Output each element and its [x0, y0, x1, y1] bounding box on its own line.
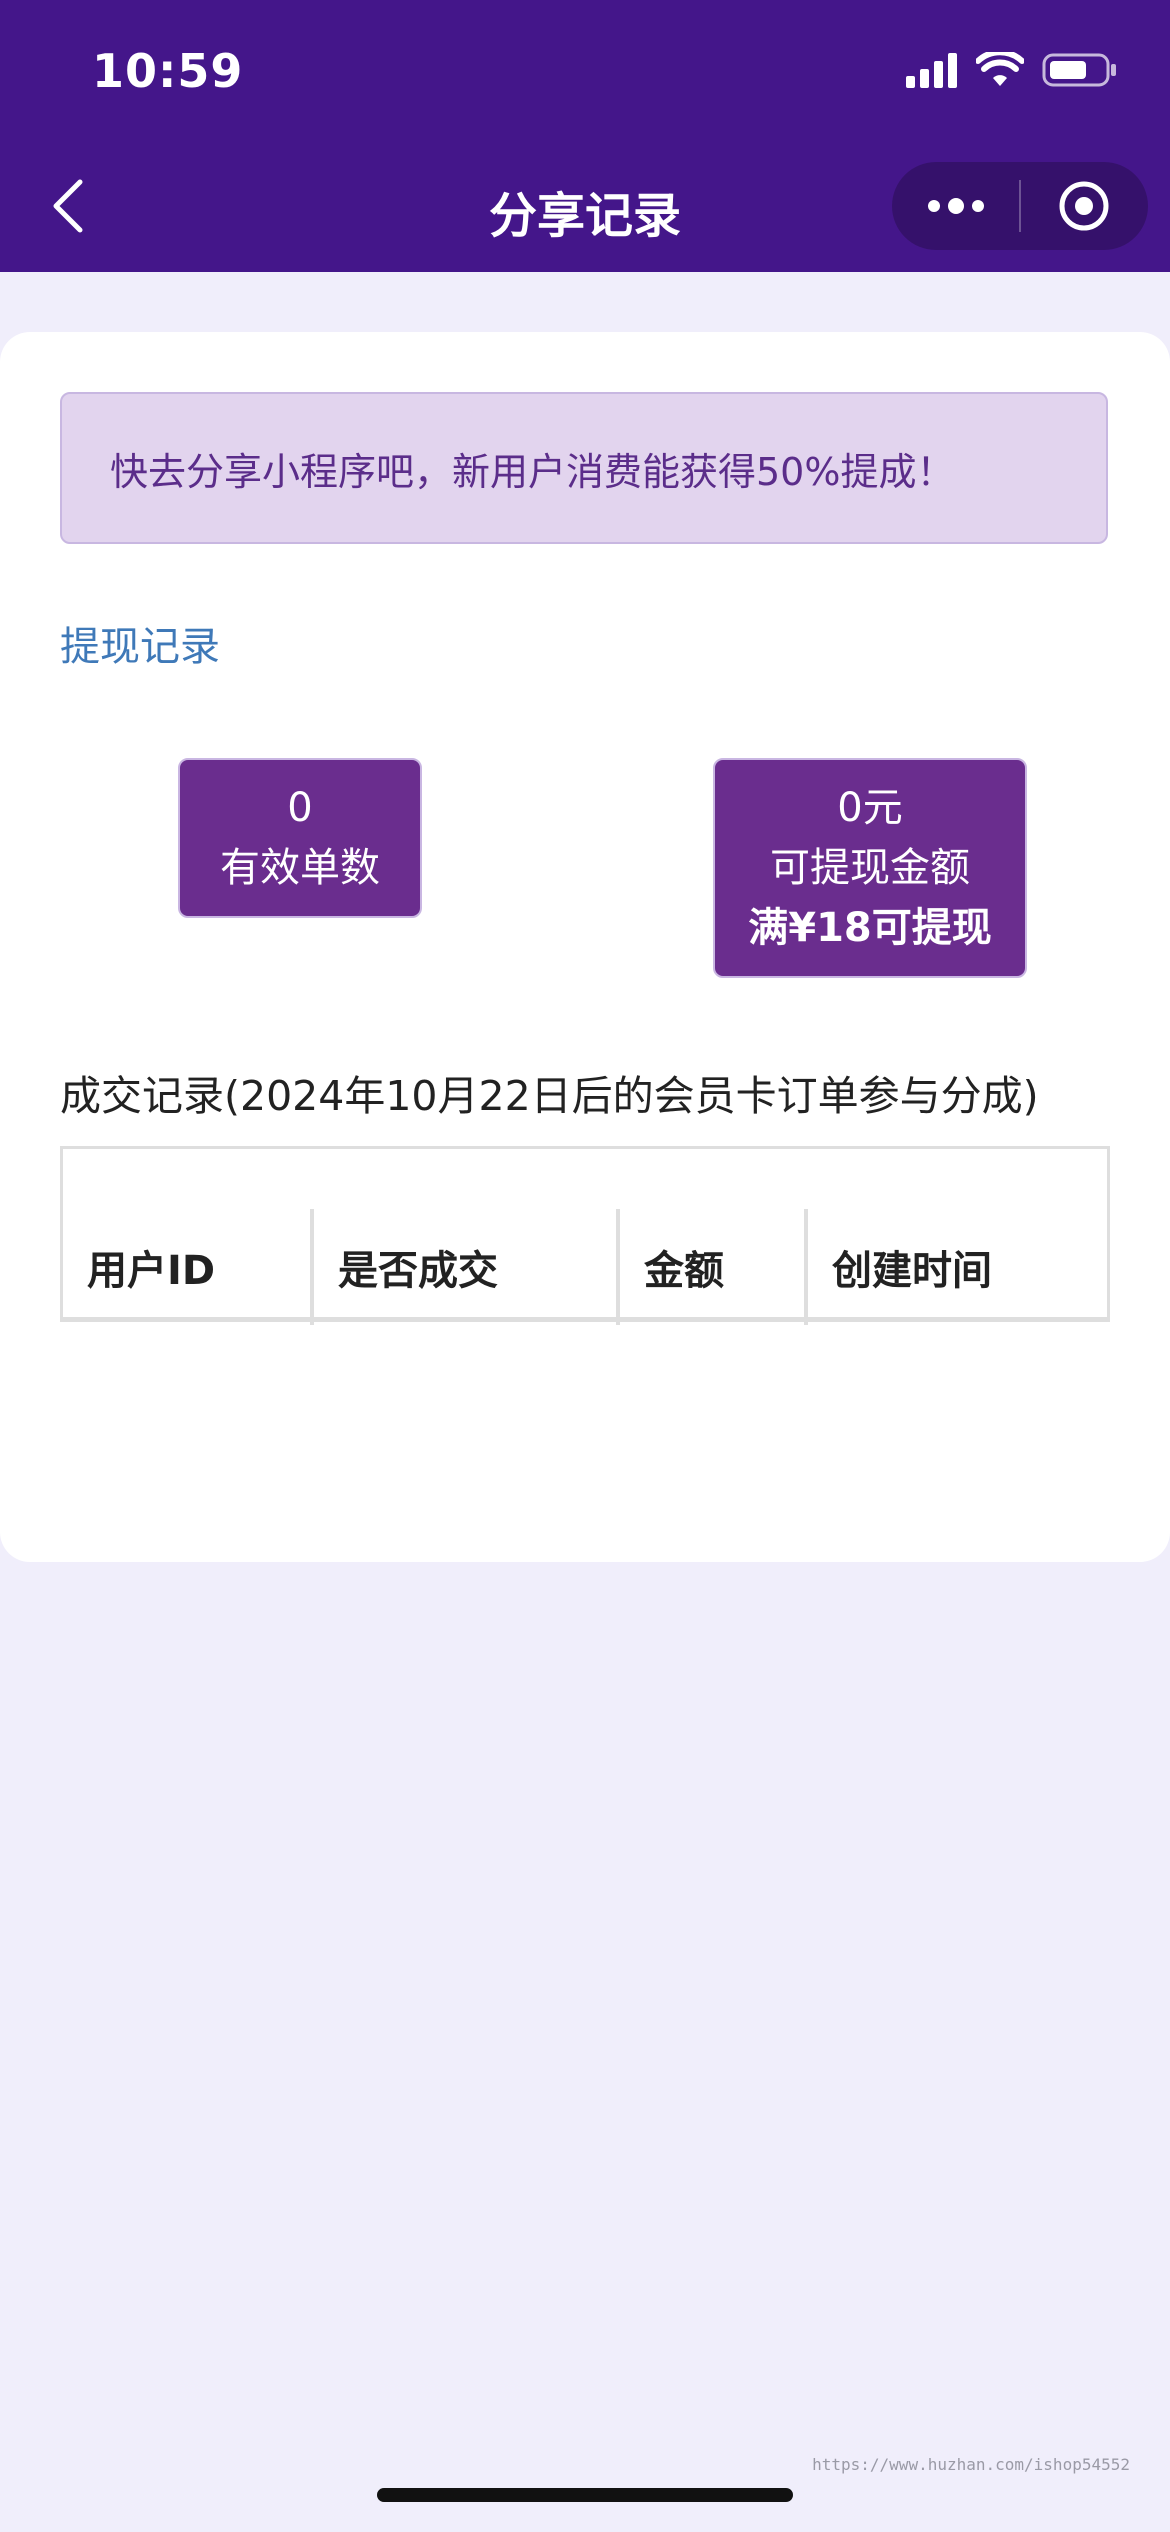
- cellular-signal-icon: [906, 52, 958, 92]
- withdrawable-amount-label: 可提现金额: [770, 845, 970, 891]
- deal-records-title: 成交记录(2024年10月22日后的会员卡订单参与分成): [60, 1072, 1039, 1120]
- battery-icon: [1042, 52, 1118, 92]
- valid-orders-value: 0: [287, 785, 313, 831]
- close-miniprogram-button[interactable]: [1021, 162, 1148, 250]
- withdrawable-amount-value: 0元: [837, 785, 903, 831]
- column-header-amount: 金额: [616, 1209, 804, 1325]
- column-header-created-time: 创建时间: [804, 1209, 1107, 1325]
- share-notice-banner: 快去分享小程序吧，新用户消费能获得50%提成！: [60, 392, 1108, 544]
- more-button[interactable]: [892, 162, 1019, 250]
- wifi-icon: [975, 49, 1025, 92]
- home-indicator[interactable]: [377, 2488, 793, 2502]
- valid-orders-stat: 0 有效单数: [178, 758, 422, 918]
- target-circle-icon: [1059, 181, 1109, 231]
- withdraw-record-link[interactable]: 提现记录: [60, 614, 220, 672]
- valid-orders-label: 有效单数: [220, 845, 380, 891]
- share-record-card: 快去分享小程序吧，新用户消费能获得50%提成！ 提现记录 0 有效单数 0元 可…: [0, 332, 1170, 1562]
- column-header-deal-status: 是否成交: [310, 1209, 616, 1325]
- share-notice-text: 快去分享小程序吧，新用户消费能获得50%提成！: [110, 449, 955, 494]
- status-icons: [906, 49, 1118, 92]
- watermark-url: https://www.huzhan.com/ishop54552: [812, 2455, 1130, 2474]
- top-header: 10:59 分享记录: [0, 0, 1170, 272]
- miniprogram-capsule: [892, 162, 1148, 250]
- status-time: 10:59: [92, 44, 244, 98]
- more-dots-icon: [927, 198, 984, 214]
- withdrawable-amount-stat[interactable]: 0元 可提现金额 满¥18可提现: [713, 758, 1027, 978]
- withdraw-threshold: 满¥18可提现: [748, 905, 992, 951]
- column-header-user-id: 用户ID: [87, 1248, 216, 1294]
- deal-records-table: 用户ID 是否成交 金额 创建时间: [60, 1146, 1110, 1325]
